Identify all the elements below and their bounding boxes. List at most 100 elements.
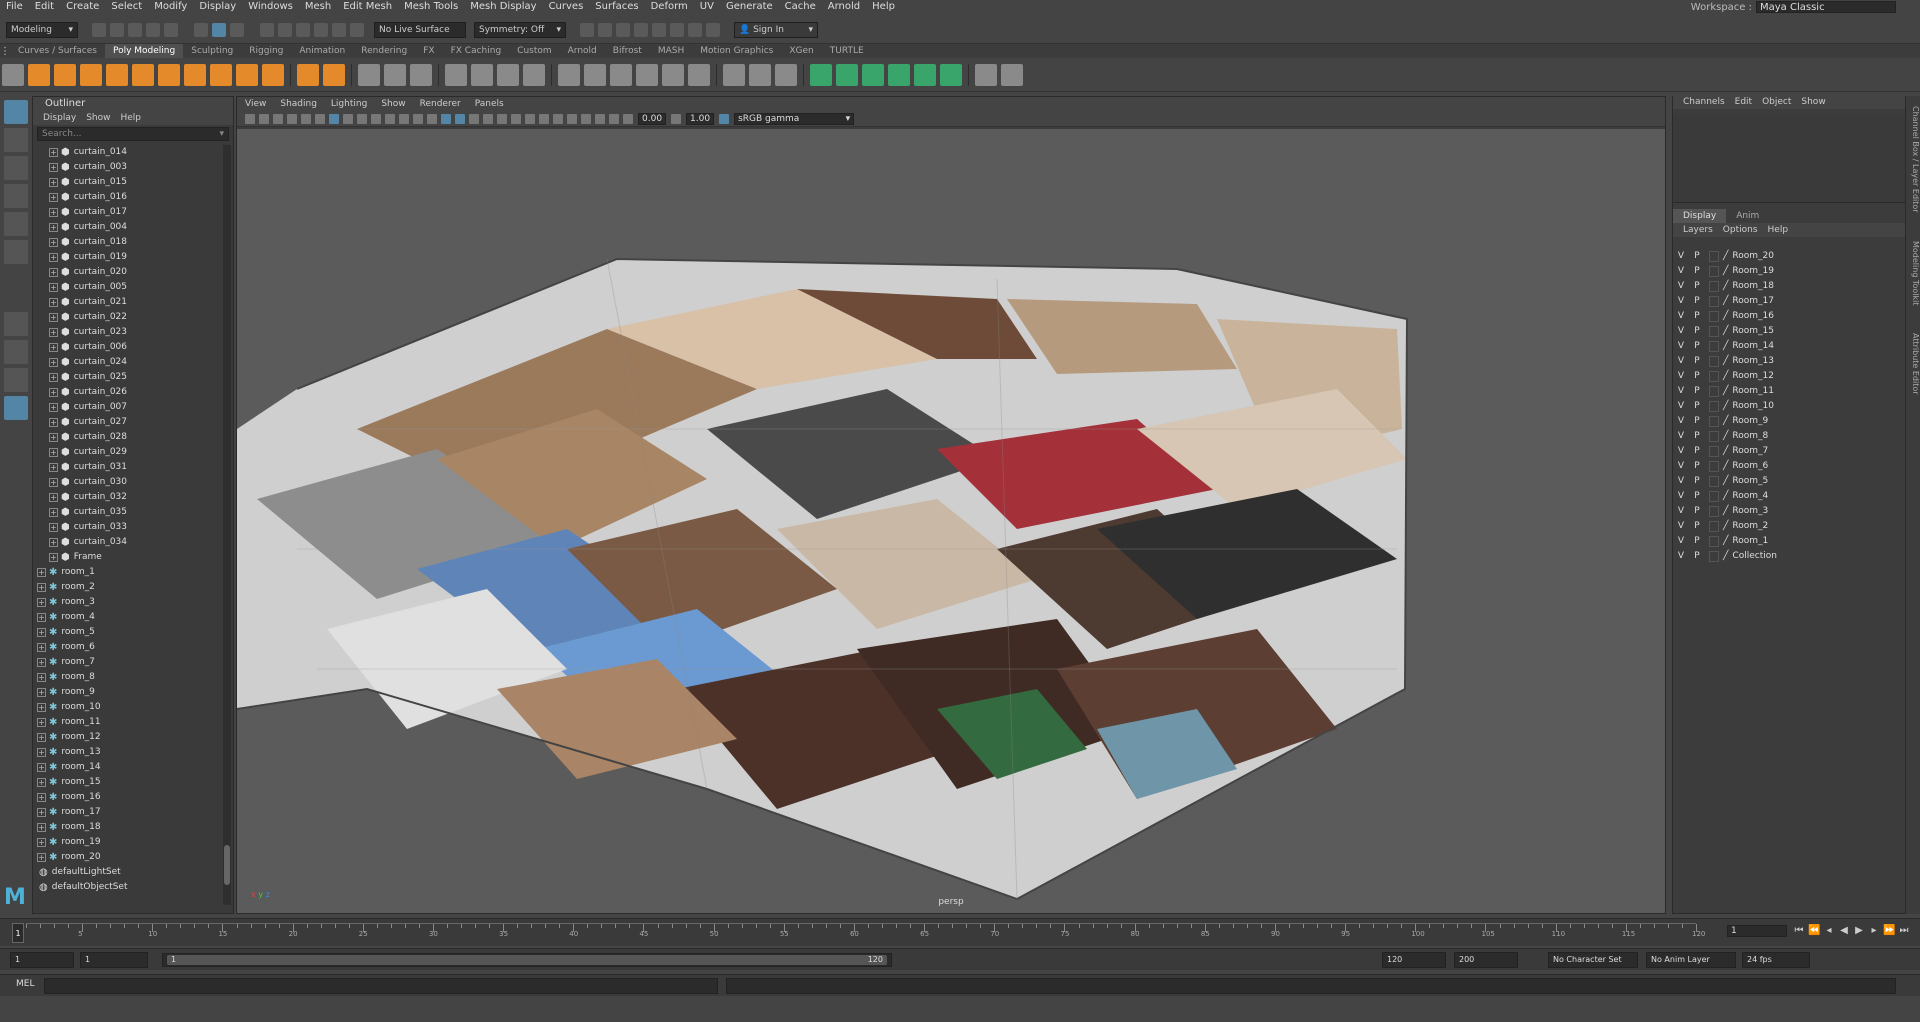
expand-icon[interactable]: + — [37, 613, 46, 622]
expand-icon[interactable]: + — [49, 178, 58, 187]
boolean-union-icon[interactable] — [445, 63, 467, 86]
expand-icon[interactable]: + — [49, 223, 58, 232]
command-input[interactable] — [44, 978, 718, 994]
list-item[interactable]: + ⬢ curtain_035 — [33, 505, 223, 520]
bookmark-icon[interactable] — [273, 113, 283, 124]
layer-row[interactable]: V P ╱ Room_4 — [1673, 489, 1905, 504]
layer-playback-toggle[interactable]: P — [1689, 474, 1705, 489]
expand-icon[interactable]: + — [37, 598, 46, 607]
range-start-field[interactable]: 1 — [80, 952, 148, 968]
shelf-tab-fx-caching[interactable]: FX Caching — [443, 44, 510, 58]
menu-arnold[interactable]: Arnold — [822, 0, 866, 14]
fps-dropdown[interactable]: 24 fps — [1742, 952, 1810, 968]
fill-hole-icon[interactable] — [662, 63, 684, 86]
layer-row[interactable]: V P ╱ Room_15 — [1673, 324, 1905, 339]
expand-icon[interactable]: + — [49, 538, 58, 547]
expand-icon[interactable]: + — [37, 838, 46, 847]
expand-icon[interactable]: + — [49, 328, 58, 337]
list-item[interactable]: + ✱ room_1 — [33, 565, 223, 580]
new-scene-icon[interactable] — [92, 22, 106, 37]
ambient-occlusion-icon[interactable] — [511, 113, 521, 124]
layer-playback-toggle[interactable]: P — [1689, 279, 1705, 294]
xray-icon[interactable] — [581, 113, 591, 124]
layer-playback-toggle[interactable]: P — [1689, 294, 1705, 309]
layer-color-swatch[interactable] — [1709, 521, 1719, 532]
shelf-tab-xgen[interactable]: XGen — [781, 44, 821, 58]
list-item[interactable]: + ⬢ curtain_015 — [33, 175, 223, 190]
expand-icon[interactable]: + — [49, 553, 58, 562]
viewport-menu-panels[interactable]: Panels — [475, 97, 504, 111]
list-item[interactable]: + ⬢ curtain_021 — [33, 295, 223, 310]
list-item[interactable]: + ✱ room_10 — [33, 700, 223, 715]
layer-row[interactable]: V P ╱ Room_9 — [1673, 414, 1905, 429]
append-icon[interactable] — [636, 63, 658, 86]
anim-end-field[interactable]: 200 — [1454, 952, 1518, 968]
expand-icon[interactable]: + — [37, 643, 46, 652]
layer-visibility-toggle[interactable]: V — [1673, 249, 1689, 264]
play-backwards-icon[interactable]: ◀ — [1838, 925, 1850, 937]
list-item[interactable]: + ✱ room_8 — [33, 670, 223, 685]
expand-icon[interactable]: + — [37, 688, 46, 697]
range-end-field[interactable]: 120 — [1382, 952, 1446, 968]
isolate-select-icon[interactable] — [567, 113, 577, 124]
outliner-scrollbar[interactable] — [223, 145, 231, 905]
layer-row[interactable]: V P ╱ Room_5 — [1673, 474, 1905, 489]
shelf-tab-arnold[interactable]: Arnold — [560, 44, 605, 58]
shelf-tab-custom[interactable]: Custom — [509, 44, 559, 58]
shelf-menu-icon[interactable] — [2, 63, 24, 86]
layer-color-swatch[interactable] — [1709, 281, 1719, 292]
current-frame-field[interactable]: 1 — [1727, 925, 1787, 937]
expand-icon[interactable]: + — [49, 478, 58, 487]
list-item[interactable]: + ✱ room_11 — [33, 715, 223, 730]
expand-icon[interactable]: + — [37, 673, 46, 682]
menu-select[interactable]: Select — [105, 0, 148, 14]
list-item[interactable]: + ⬢ Frame — [33, 550, 223, 565]
list-item[interactable]: ◍ defaultObjectSet — [33, 880, 223, 895]
layer-playback-toggle[interactable]: P — [1689, 534, 1705, 549]
layer-menu-layers[interactable]: Layers — [1683, 223, 1713, 237]
shelf-tab-mash[interactable]: MASH — [650, 44, 692, 58]
go-to-end-icon[interactable]: ⏭ — [1898, 925, 1910, 937]
list-item[interactable]: + ✱ room_7 — [33, 655, 223, 670]
side-by-side-layout-icon[interactable] — [4, 368, 28, 392]
xray-components-icon[interactable] — [609, 113, 619, 124]
menu-deform[interactable]: Deform — [645, 0, 694, 14]
list-item[interactable]: + ⬢ curtain_004 — [33, 220, 223, 235]
resolution-gate-icon[interactable] — [357, 113, 367, 124]
expand-icon[interactable]: + — [37, 793, 46, 802]
motion-blur-icon[interactable] — [525, 113, 535, 124]
expand-icon[interactable]: + — [37, 733, 46, 742]
layer-row[interactable]: V P ╱ Room_8 — [1673, 429, 1905, 444]
viewport-menu-renderer[interactable]: Renderer — [420, 97, 461, 111]
expand-icon[interactable]: + — [49, 313, 58, 322]
cone-icon[interactable] — [106, 63, 128, 86]
layer-row[interactable]: V P ╱ Room_1 — [1673, 534, 1905, 549]
lasso-tool-icon[interactable] — [4, 128, 28, 152]
shelf-settings-icon[interactable]: ⋮ — [0, 46, 10, 57]
smooth-icon[interactable] — [410, 63, 432, 86]
select-component-icon[interactable] — [230, 22, 244, 37]
outliner-menu-show[interactable]: Show — [86, 111, 110, 125]
layer-color-swatch[interactable] — [1709, 401, 1719, 412]
safe-action-icon[interactable] — [399, 113, 409, 124]
viewport-menu-shading[interactable]: Shading — [280, 97, 317, 111]
render-view-icon[interactable] — [652, 22, 666, 37]
mirror-icon[interactable] — [523, 63, 545, 86]
layer-visibility-toggle[interactable]: V — [1673, 384, 1689, 399]
list-item[interactable]: + ✱ room_20 — [33, 850, 223, 865]
expand-icon[interactable]: + — [49, 523, 58, 532]
expand-icon[interactable]: + — [49, 193, 58, 202]
layer-color-swatch[interactable] — [1709, 491, 1719, 502]
shadows-icon[interactable] — [497, 113, 507, 124]
shelf-tab-curves-surfaces[interactable]: Curves / Surfaces — [10, 44, 105, 58]
viewport-menu-lighting[interactable]: Lighting — [331, 97, 367, 111]
list-item[interactable]: + ⬢ curtain_027 — [33, 415, 223, 430]
snap-grid-icon[interactable] — [260, 22, 274, 37]
automatic-map-icon[interactable] — [940, 63, 962, 86]
layer-playback-toggle[interactable]: P — [1689, 459, 1705, 474]
layer-color-swatch[interactable] — [1709, 551, 1719, 562]
superellipse-icon[interactable] — [262, 63, 284, 86]
four-view-layout-icon[interactable] — [4, 340, 28, 364]
select-object-icon[interactable] — [212, 22, 226, 37]
layer-playback-toggle[interactable]: P — [1689, 339, 1705, 354]
